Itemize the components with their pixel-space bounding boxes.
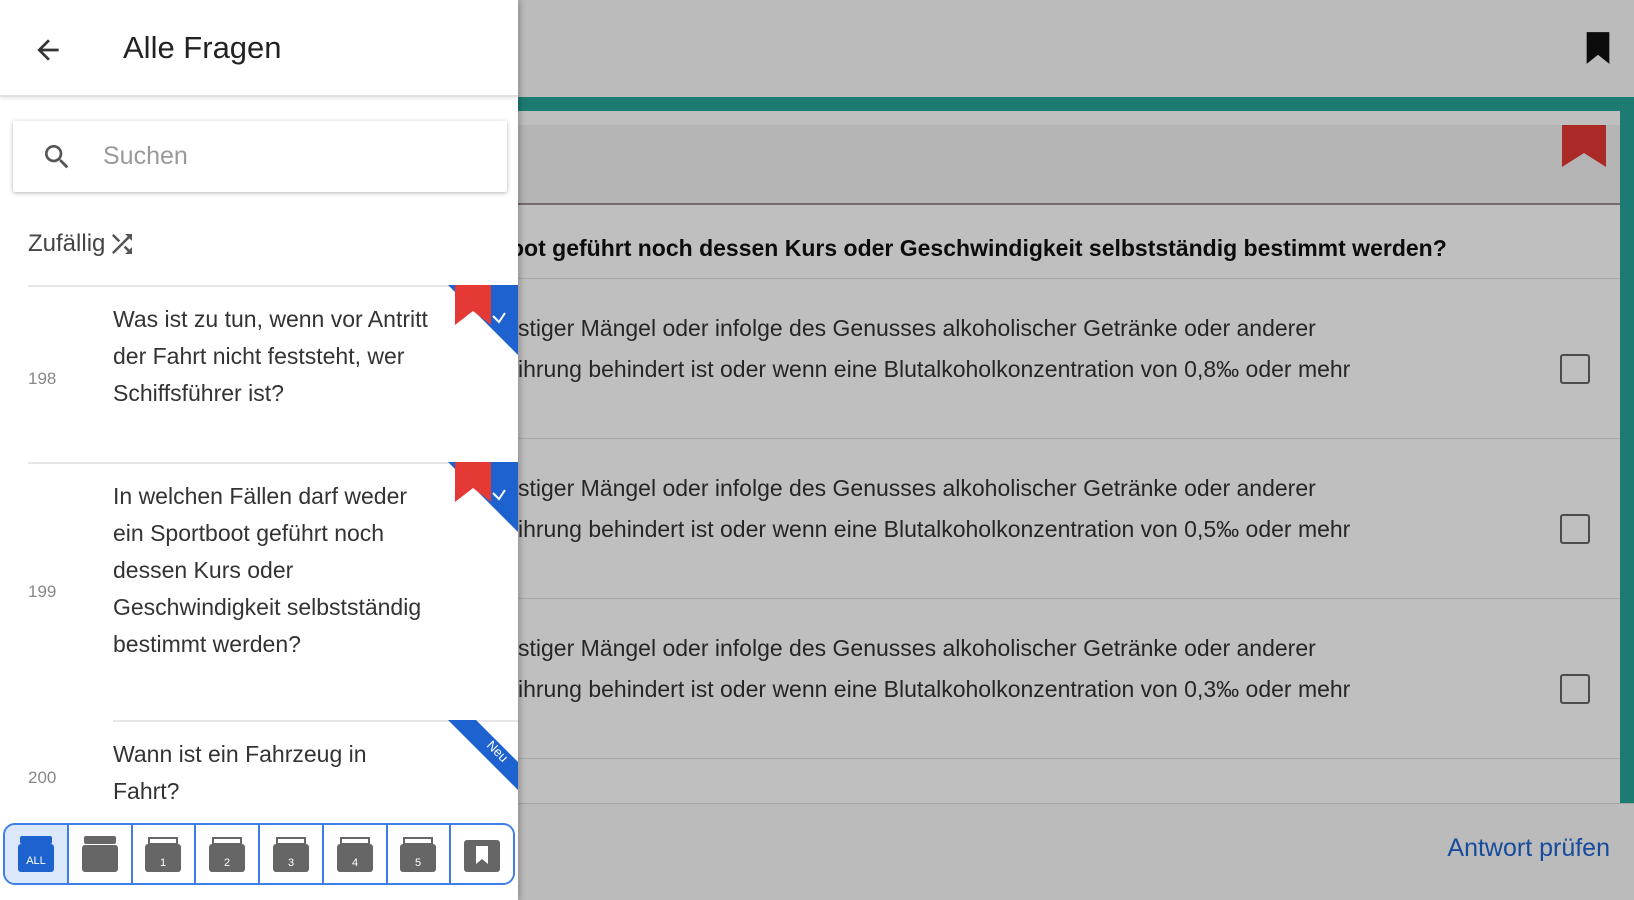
- box-3-label: 3: [288, 857, 294, 869]
- search-input[interactable]: [103, 131, 493, 181]
- bookmark-ribbon-icon: [448, 285, 518, 355]
- box-bookmarked-icon: [464, 840, 501, 872]
- box-5-icon: 5: [400, 837, 437, 872]
- bookmark-ribbon-icon: [448, 462, 518, 532]
- question-number: 199: [28, 582, 57, 601]
- list-item[interactable]: 200 Wann ist ein Fahrzeug in Fahrt? Neu: [0, 720, 518, 805]
- divider: [28, 462, 518, 464]
- box-3-button[interactable]: 3: [260, 825, 324, 883]
- back-button[interactable]: [28, 30, 68, 70]
- new-ribbon-icon: Neu: [448, 720, 518, 790]
- box-stack-button[interactable]: [68, 825, 133, 883]
- box-5-label: 5: [415, 857, 421, 869]
- divider: [28, 285, 518, 287]
- question-number: 198: [28, 369, 57, 388]
- box-1-label: 1: [160, 857, 166, 869]
- box-stack-icon: [81, 836, 118, 872]
- box-selector: ALL 1 2 3 4 5: [3, 823, 515, 885]
- drawer-title: Alle Fragen: [123, 30, 282, 65]
- box-2-button[interactable]: 2: [196, 825, 260, 883]
- box-4-icon: 4: [336, 837, 373, 872]
- list-item[interactable]: 199 In welchen Fällen darf weder ein Spo…: [0, 462, 518, 712]
- search-icon: [45, 145, 69, 169]
- box-1-button[interactable]: 1: [132, 825, 197, 883]
- box-all-icon: ALL: [17, 836, 54, 872]
- question-number: 200: [28, 768, 57, 787]
- question-text: Wann ist ein Fahrzeug in Fahrt?: [113, 741, 367, 804]
- question-drawer: Alle Fragen Zufällig 198 Was ist zu tun,…: [0, 0, 518, 900]
- box-5-button[interactable]: 5: [387, 825, 452, 883]
- box-4-label: 4: [352, 857, 358, 869]
- question-list: 198 Was ist zu tun, wenn vor Antritt der…: [0, 285, 518, 805]
- random-label: Zufällig: [28, 230, 106, 257]
- box-all-button[interactable]: ALL: [5, 825, 69, 883]
- box-bookmarked-button[interactable]: [451, 825, 513, 883]
- box-2-label: 2: [224, 857, 230, 869]
- question-text: Was ist zu tun, wenn vor Antritt der Fah…: [113, 306, 428, 406]
- box-all-label: ALL: [26, 855, 46, 867]
- question-text: In welchen Fällen darf weder ein Sportbo…: [113, 483, 422, 657]
- drawer-header: Alle Fragen: [0, 0, 518, 97]
- search-box: [13, 121, 507, 192]
- box-1-icon: 1: [145, 837, 182, 872]
- box-4-button[interactable]: 4: [323, 825, 388, 883]
- box-2-icon: 2: [209, 837, 246, 872]
- random-button[interactable]: Zufällig: [28, 226, 137, 262]
- box-3-icon: 3: [272, 837, 309, 872]
- list-item[interactable]: 198 Was ist zu tun, wenn vor Antritt der…: [0, 285, 518, 462]
- arrow-left-icon: [37, 39, 59, 61]
- shuffle-icon: [112, 234, 133, 254]
